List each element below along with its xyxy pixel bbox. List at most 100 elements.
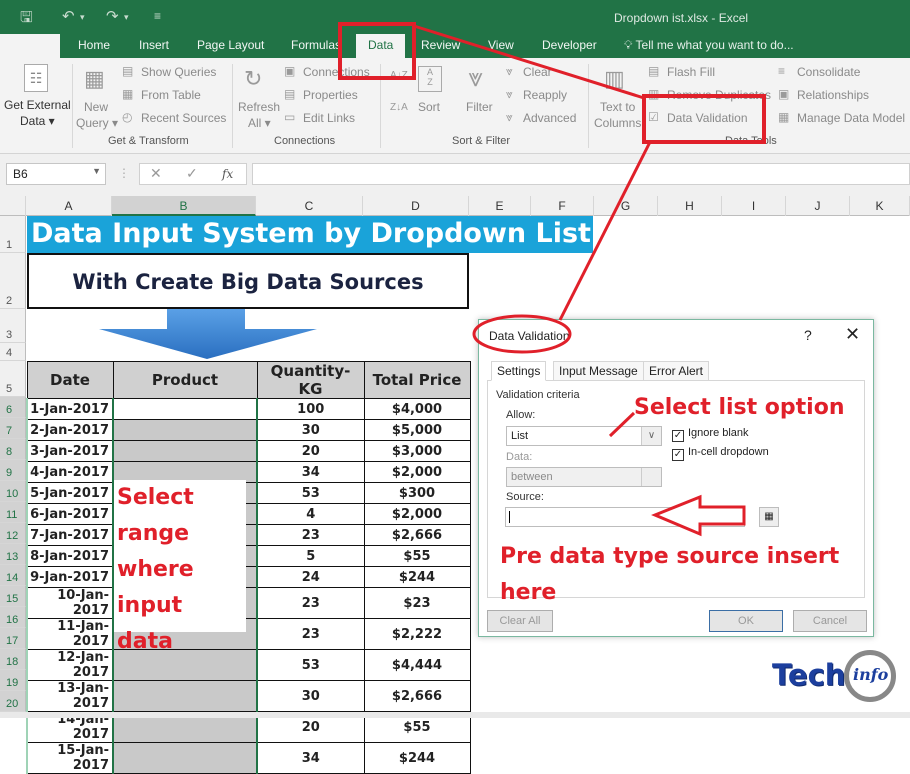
cell-price[interactable]: $244 [363, 742, 471, 774]
tab-home[interactable]: Home [78, 38, 110, 52]
tab-page-layout[interactable]: Page Layout [197, 38, 264, 52]
ok-button[interactable]: OK [709, 610, 783, 632]
cell-qty[interactable]: 4 [256, 503, 365, 525]
cell-date[interactable]: 2-Jan-2017 [26, 419, 114, 441]
header-product[interactable]: Product [112, 361, 258, 399]
row-header[interactable]: 5 [0, 361, 26, 397]
range-selector-icon[interactable]: ▦ [759, 507, 779, 527]
tab-settings[interactable]: Settings [491, 361, 547, 381]
redo-icon[interactable]: ↷ [106, 7, 119, 25]
cell-date[interactable]: 15-Jan-2017 [26, 742, 114, 774]
column-header-h[interactable]: H [658, 196, 722, 216]
row-header[interactable]: 3 [0, 309, 26, 343]
cell-qty[interactable]: 23 [256, 618, 365, 650]
recent-sources-button[interactable]: Recent Sources [141, 111, 226, 125]
allow-select[interactable]: List ∨ [506, 426, 662, 446]
row-header[interactable]: 14 [0, 565, 26, 586]
cell-price[interactable]: $5,000 [363, 419, 471, 441]
chevron-down-icon[interactable]: ▼ [92, 166, 101, 176]
tell-me-search[interactable]: 💡︎ Tell me what you want to do... [624, 38, 794, 53]
source-input[interactable] [505, 507, 745, 527]
advanced-button[interactable]: Advanced [523, 111, 576, 125]
formula-input[interactable] [252, 163, 910, 185]
row-header[interactable]: 13 [0, 544, 26, 565]
cell-price[interactable]: $4,444 [363, 649, 471, 681]
tab-data[interactable]: Data [356, 34, 406, 58]
cell-price[interactable]: $2,000 [363, 461, 471, 483]
row-header[interactable]: 10 [0, 481, 26, 502]
cell-date[interactable]: 7-Jan-2017 [26, 524, 114, 546]
cell-date[interactable]: 3-Jan-2017 [26, 440, 114, 462]
row-header[interactable]: 19 [0, 670, 26, 691]
tab-input-message[interactable]: Input Message [553, 361, 644, 380]
row-header[interactable]: 16 [0, 607, 26, 628]
column-header-d[interactable]: D [363, 196, 469, 216]
row-header[interactable]: 4 [0, 343, 26, 361]
row-header[interactable]: 18 [0, 649, 26, 670]
cell-qty[interactable]: 23 [256, 524, 365, 546]
cell-price[interactable]: $2,666 [363, 524, 471, 546]
undo-icon[interactable]: ↶ [62, 7, 75, 25]
cell-price[interactable]: $23 [363, 587, 471, 619]
row-header[interactable]: 9 [0, 460, 26, 481]
cell-qty[interactable]: 23 [256, 587, 365, 619]
tab-file[interactable] [0, 34, 60, 58]
reapply-button[interactable]: Reapply [523, 88, 567, 102]
cell-price[interactable]: $2,666 [363, 680, 471, 712]
chevron-down-icon[interactable]: ∨ [641, 427, 661, 445]
cell-qty[interactable]: 34 [256, 742, 365, 774]
cell-date[interactable]: 9-Jan-2017 [26, 566, 114, 588]
cancel-button[interactable]: Cancel [793, 610, 867, 632]
column-header-i[interactable]: I [722, 196, 786, 216]
cell-date[interactable]: 8-Jan-2017 [26, 545, 114, 567]
cell-product[interactable] [112, 419, 258, 441]
cell-date[interactable]: 12-Jan-2017 [26, 649, 114, 681]
cell-date[interactable]: 5-Jan-2017 [26, 482, 114, 504]
sort-az-icon[interactable]: A↓Z [390, 70, 408, 81]
row-header[interactable]: 11 [0, 502, 26, 523]
row-header[interactable]: 20 [0, 691, 26, 712]
cell-date[interactable]: 4-Jan-2017 [26, 461, 114, 483]
cell-qty[interactable]: 20 [256, 440, 365, 462]
tab-error-alert[interactable]: Error Alert [643, 361, 710, 380]
cell-price[interactable]: $244 [363, 566, 471, 588]
cell-product[interactable] [112, 440, 258, 462]
redo-dropdown-icon[interactable]: ▾ [124, 12, 129, 23]
row-header[interactable]: 1 [0, 216, 26, 253]
enter-icon[interactable]: ✓ [186, 165, 198, 182]
save-icon[interactable]: 🖫 [20, 7, 33, 32]
cell-qty[interactable]: 53 [256, 649, 365, 681]
row-header[interactable]: 7 [0, 418, 26, 439]
edit-links-button[interactable]: Edit Links [303, 111, 355, 125]
flash-fill-button[interactable]: Flash Fill [667, 65, 715, 79]
cell-date[interactable]: 1-Jan-2017 [26, 398, 114, 420]
relationships-button[interactable]: Relationships [797, 88, 869, 102]
column-header-e[interactable]: E [469, 196, 531, 216]
filter-button[interactable]: Filter [466, 100, 493, 114]
cell-price[interactable]: $2,222 [363, 618, 471, 650]
cell-qty[interactable]: 53 [256, 482, 365, 504]
cell-price[interactable]: $55 [363, 545, 471, 567]
undo-dropdown-icon[interactable]: ▾ [80, 12, 85, 23]
sort-button[interactable]: Sort [418, 100, 440, 114]
show-queries-button[interactable]: Show Queries [141, 65, 216, 79]
data-validation-button[interactable]: Data Validation [667, 111, 748, 125]
header-total-price[interactable]: Total Price [363, 361, 471, 399]
column-header-f[interactable]: F [531, 196, 594, 216]
cell-date[interactable]: 6-Jan-2017 [26, 503, 114, 525]
row-header[interactable]: 17 [0, 628, 26, 649]
cell-qty[interactable]: 5 [256, 545, 365, 567]
row-header[interactable]: 6 [0, 397, 26, 418]
row-header[interactable]: 2 [0, 253, 26, 309]
header-quantity[interactable]: Quantity- KG [256, 361, 365, 399]
column-header-b[interactable]: B [112, 196, 256, 216]
consolidate-button[interactable]: Consolidate [797, 65, 860, 79]
row-header[interactable]: 12 [0, 523, 26, 544]
column-header-c[interactable]: C [256, 196, 363, 216]
remove-duplicates-button[interactable]: Remove Duplicates [667, 88, 771, 102]
cell-qty[interactable]: 24 [256, 566, 365, 588]
row-header[interactable]: 8 [0, 439, 26, 460]
tab-view[interactable]: View [488, 38, 514, 52]
cancel-icon[interactable]: ✕ [150, 165, 162, 182]
sort-za-icon[interactable]: Z↓A [390, 102, 408, 113]
